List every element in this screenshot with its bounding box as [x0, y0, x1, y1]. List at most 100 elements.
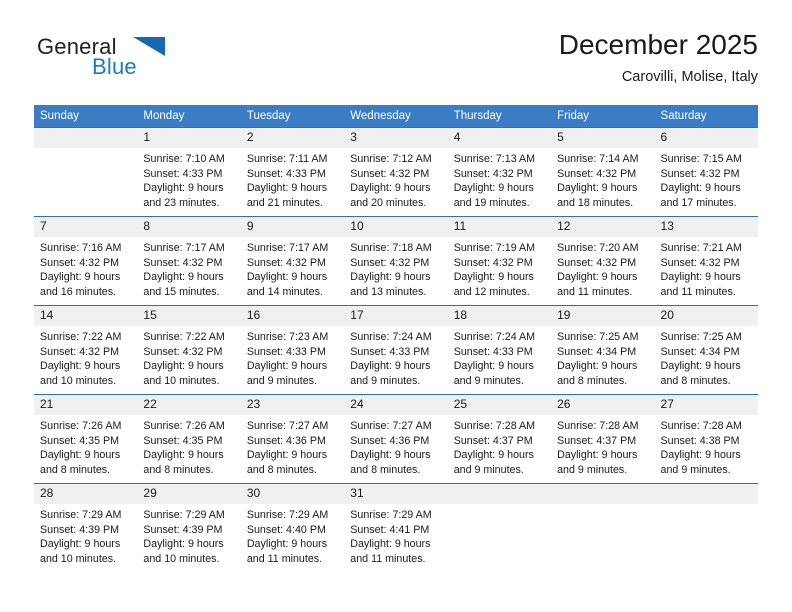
calendar-day-cell[interactable]: 16 Sunrise: 7:23 AM Sunset: 4:33 PM Dayligh… [240, 305, 345, 395]
page-header: General Blue December 2025 Carovilli, Mo… [34, 28, 758, 100]
day-number: 18 [447, 306, 552, 326]
page-title: December 2025 [558, 29, 758, 60]
daylight-duration-line2: and 13 minutes. [350, 285, 427, 298]
sunrise-time: Sunrise: 7:23 AM [246, 331, 329, 343]
sunset-time: Sunset: 4:32 PM [350, 256, 430, 269]
calendar-day-cell[interactable]: 2 Sunrise: 7:11 AM Sunset: 4:33 PM Daylight… [240, 127, 345, 217]
daylight-duration-line2: and 11 minutes. [350, 552, 426, 565]
daylight-duration-line1: Daylight: 9 hours [660, 449, 741, 462]
calendar-day-cell[interactable]: 22 Sunrise: 7:26 AM Sunset: 4:35 PM Dayligh… [137, 394, 241, 484]
calendar-day-cell[interactable]: 1 Sunrise: 7:10 AM Sunset: 4:33 PM Daylight… [137, 127, 241, 217]
daylight-duration-line1: Daylight: 9 hours [40, 271, 121, 284]
sunset-time: Sunset: 4:32 PM [246, 256, 326, 269]
calendar-day-cell[interactable]: 9 Sunrise: 7:17 AM Sunset: 4:32 PM Daylight… [240, 216, 345, 306]
sunset-time: Sunset: 4:39 PM [143, 523, 223, 536]
daylight-duration-line1: Daylight: 9 hours [350, 449, 431, 462]
calendar-day-cell[interactable]: 17 Sunrise: 7:24 AM Sunset: 4:33 PM Dayligh… [344, 305, 448, 395]
calendar-day-cell[interactable]: 6 Sunrise: 7:15 AM Sunset: 4:32 PM Daylight… [654, 127, 758, 217]
sunrise-time: Sunrise: 7:27 AM [350, 420, 432, 432]
daylight-duration-line2: and 19 minutes. [453, 196, 530, 209]
calendar-day-cell[interactable]: 28 Sunrise: 7:29 AM Sunset: 4:39 PM Dayligh… [34, 483, 138, 573]
day-details: Sunrise: 7:29 AM Sunset: 4:39 PM Daylight:… [137, 504, 240, 566]
calendar-day-cell[interactable]: 19 Sunrise: 7:25 AM Sunset: 4:34 PM Dayligh… [551, 305, 655, 395]
daylight-duration-line1: Daylight: 9 hours [40, 449, 121, 462]
calendar-day-cell[interactable]: 20 Sunrise: 7:25 AM Sunset: 4:34 PM Dayligh… [654, 305, 758, 395]
calendar-week-row: 28 Sunrise: 7:29 AM Sunset: 4:39 PM Dayligh… [34, 483, 758, 573]
calendar-day-cell[interactable]: 14 Sunrise: 7:22 AM Sunset: 4:32 PM Dayligh… [34, 305, 138, 395]
day-number: 25 [447, 395, 552, 415]
calendar-day-cell[interactable]: 21 Sunrise: 7:26 AM Sunset: 4:35 PM Dayligh… [34, 394, 138, 484]
sunset-time: Sunset: 4:37 PM [453, 434, 533, 447]
sunset-time: Sunset: 4:33 PM [350, 345, 430, 358]
calendar-day-cell[interactable]: 31 Sunrise: 7:29 AM Sunset: 4:41 PM Dayligh… [344, 483, 448, 573]
day-number: 17 [344, 306, 448, 326]
calendar-day-cell[interactable]: 29 Sunrise: 7:29 AM Sunset: 4:39 PM Dayligh… [137, 483, 241, 573]
sunrise-time: Sunrise: 7:14 AM [557, 153, 639, 165]
daylight-duration-line2: and 10 minutes. [40, 374, 117, 387]
daylight-duration-line1: Daylight: 9 hours [143, 449, 224, 462]
calendar-day-cell[interactable]: 27 Sunrise: 7:28 AM Sunset: 4:38 PM Dayligh… [654, 394, 758, 484]
calendar-day-cell[interactable]: 7 Sunrise: 7:16 AM Sunset: 4:32 PM Daylight… [34, 216, 138, 306]
daylight-duration-line2: and 23 minutes. [143, 196, 220, 209]
calendar-day-cell[interactable]: 30 Sunrise: 7:29 AM Sunset: 4:40 PM Dayligh… [240, 483, 345, 573]
daylight-duration-line2: and 8 minutes. [40, 463, 111, 476]
day-number: 31 [344, 484, 448, 504]
day-details: Sunrise: 7:12 AM Sunset: 4:32 PM Daylight:… [344, 148, 447, 210]
calendar-day-cell[interactable]: 24 Sunrise: 7:27 AM Sunset: 4:36 PM Dayligh… [344, 394, 448, 484]
sunset-time: Sunset: 4:35 PM [143, 434, 223, 447]
calendar-week-row: 21 Sunrise: 7:26 AM Sunset: 4:35 PM Dayligh… [34, 394, 758, 484]
daylight-duration-line1: Daylight: 9 hours [246, 360, 328, 373]
calendar-day-cell[interactable]: 18 Sunrise: 7:24 AM Sunset: 4:33 PM Dayligh… [447, 305, 552, 395]
sunrise-time: Sunrise: 7:13 AM [453, 153, 536, 165]
daylight-duration-line1: Daylight: 9 hours [453, 182, 534, 195]
day-number: 1 [137, 128, 241, 148]
day-details: Sunrise: 7:15 AM Sunset: 4:32 PM Daylight:… [655, 148, 758, 210]
calendar-day-cell[interactable]: 3 Sunrise: 7:12 AM Sunset: 4:32 PM Daylight… [344, 127, 448, 217]
daylight-duration-line2: and 11 minutes. [660, 285, 736, 298]
sunrise-time: Sunrise: 7:15 AM [660, 153, 742, 165]
calendar-day-cell[interactable]: 23 Sunrise: 7:27 AM Sunset: 4:36 PM Dayligh… [240, 394, 345, 484]
daylight-duration-line1: Daylight: 9 hours [557, 182, 638, 195]
daylight-duration-line2: and 9 minutes. [453, 463, 524, 476]
calendar-day-cell[interactable]: 26 Sunrise: 7:28 AM Sunset: 4:37 PM Dayligh… [551, 394, 655, 484]
day-details: Sunrise: 7:25 AM Sunset: 4:34 PM Daylight:… [551, 326, 654, 388]
calendar-day-cell[interactable]: 25 Sunrise: 7:28 AM Sunset: 4:37 PM Dayligh… [447, 394, 552, 484]
daylight-duration-line1: Daylight: 9 hours [143, 182, 224, 195]
sunset-time: Sunset: 4:32 PM [143, 256, 223, 269]
general-blue-logo[interactable]: General Blue [34, 34, 234, 90]
calendar-day-cell[interactable]: 12 Sunrise: 7:20 AM Sunset: 4:32 PM Dayligh… [551, 216, 655, 306]
sunset-time: Sunset: 4:41 PM [350, 523, 430, 536]
daylight-duration-line2: and 9 minutes. [246, 374, 317, 387]
daylight-duration-line1: Daylight: 9 hours [453, 449, 534, 462]
day-number [551, 484, 655, 504]
daylight-duration-line2: and 11 minutes. [246, 552, 323, 565]
day-details: Sunrise: 7:25 AM Sunset: 4:34 PM Daylight:… [655, 326, 758, 388]
daylight-duration-line2: and 12 minutes. [453, 285, 530, 298]
calendar-day-cell[interactable]: 11 Sunrise: 7:19 AM Sunset: 4:32 PM Dayligh… [447, 216, 552, 306]
daylight-duration-line2: and 8 minutes. [660, 374, 731, 387]
day-details: Sunrise: 7:21 AM Sunset: 4:32 PM Daylight:… [655, 237, 758, 299]
calendar-day-cell[interactable]: 15 Sunrise: 7:22 AM Sunset: 4:32 PM Dayligh… [137, 305, 241, 395]
daylight-duration-line2: and 15 minutes. [143, 285, 220, 298]
day-details: Sunrise: 7:29 AM Sunset: 4:40 PM Daylight:… [241, 504, 344, 566]
sunrise-time: Sunrise: 7:20 AM [557, 242, 639, 254]
sunset-time: Sunset: 4:36 PM [350, 434, 430, 447]
sunset-time: Sunset: 4:32 PM [660, 167, 740, 180]
calendar-page: General Blue December 2025 Carovilli, Mo… [0, 0, 792, 612]
day-details: Sunrise: 7:28 AM Sunset: 4:37 PM Daylight:… [448, 415, 551, 477]
daylight-duration-line1: Daylight: 9 hours [350, 360, 431, 373]
day-details: Sunrise: 7:28 AM Sunset: 4:38 PM Daylight:… [655, 415, 758, 477]
calendar-day-cell[interactable]: 10 Sunrise: 7:18 AM Sunset: 4:32 PM Dayligh… [344, 216, 448, 306]
sunset-time: Sunset: 4:33 PM [453, 345, 533, 358]
calendar-day-cell[interactable]: 5 Sunrise: 7:14 AM Sunset: 4:32 PM Daylight… [551, 127, 655, 217]
day-details: Sunrise: 7:10 AM Sunset: 4:33 PM Daylight:… [137, 148, 240, 210]
daylight-duration-line1: Daylight: 9 hours [660, 360, 741, 373]
daylight-duration-line2: and 9 minutes. [350, 374, 421, 387]
daylight-duration-line1: Daylight: 9 hours [350, 182, 431, 195]
calendar-day-cell[interactable]: 13 Sunrise: 7:21 AM Sunset: 4:32 PM Dayligh… [654, 216, 758, 306]
weekday-header-thursday: Thursday [447, 105, 552, 128]
calendar-day-cell[interactable]: 4 Sunrise: 7:13 AM Sunset: 4:32 PM Daylight… [447, 127, 552, 217]
daylight-duration-line1: Daylight: 9 hours [246, 271, 328, 284]
calendar-day-cell[interactable]: 8 Sunrise: 7:17 AM Sunset: 4:32 PM Daylight… [137, 216, 241, 306]
day-number: 20 [654, 306, 758, 326]
